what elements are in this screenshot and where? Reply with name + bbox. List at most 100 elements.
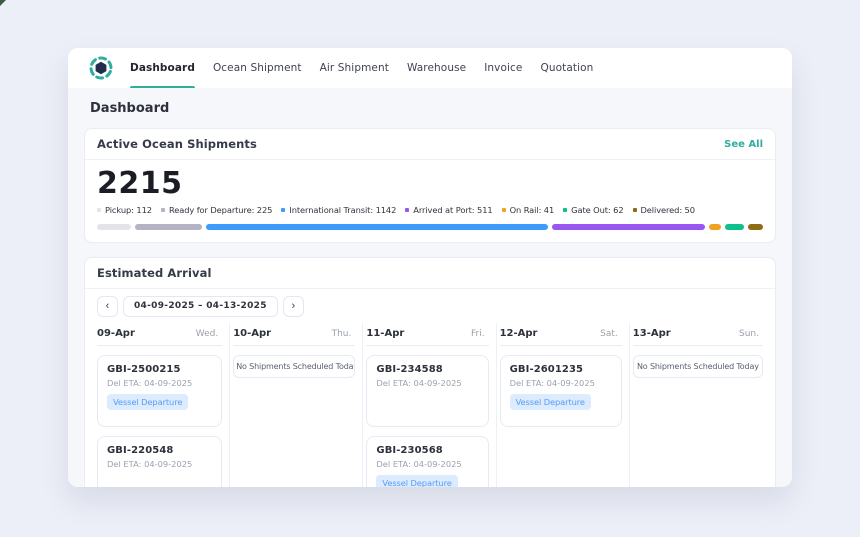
shipment-card[interactable]: GBI-234588 Del ETA: 04-09-2025: [366, 354, 489, 427]
empty-day-card: No Shipments Scheduled Today: [233, 354, 356, 378]
day-weekday-label: Sat.: [600, 328, 618, 339]
status-bar-segment: [134, 223, 202, 230]
day-column: 10-Apr Thu. No Shipments Scheduled Today: [230, 322, 364, 487]
nav-item-invoice[interactable]: Invoice: [484, 48, 522, 88]
day-column: 11-Apr Fri. GBI-234588 Del ETA: 04-09-20…: [363, 322, 497, 487]
top-navbar: Dashboard Ocean Shipment Air Shipment Wareh…: [68, 48, 792, 88]
active-shipments-card: Active Ocean Shipments See All 2215 Pick…: [84, 128, 776, 243]
nav-item-label: Quotation: [540, 62, 594, 74]
shipment-eta: Del ETA: 04-09-2025: [509, 377, 595, 388]
day-column: 09-Apr Wed. GBI-2500215 Del ETA: 04-09-2…: [97, 322, 231, 487]
shipment-id: GBI-2500215: [107, 363, 181, 375]
day-header: 11-Apr Fri.: [366, 323, 489, 346]
status-dot-icon: [160, 207, 165, 212]
nav-item-label: Ocean Shipment: [212, 62, 302, 74]
status-dot-icon: [501, 207, 506, 212]
status-dot-icon: [97, 207, 101, 212]
estimated-arrival-header: Estimated Arrival: [85, 258, 775, 289]
shipment-id: GBI-2601235: [509, 363, 584, 375]
date-navigation: ‹ 04-09-2025 – 04-13-2025 ›: [85, 289, 775, 323]
shipment-id: GBI-234588: [376, 363, 443, 375]
day-weekday-label: Wed.: [195, 328, 219, 339]
legend-label: International Transit: 1142: [289, 204, 397, 215]
day-weekday-label: Fri.: [471, 328, 485, 339]
page-title: Dashboard: [90, 101, 170, 116]
active-shipments-header: Active Ocean Shipments See All: [85, 129, 775, 160]
legend-label: Arrived at Port: 511: [413, 204, 493, 215]
legend-item: On Rail: 41: [501, 204, 555, 215]
chevron-left-icon: ‹: [105, 299, 110, 312]
day-weekday-label: Thu.: [331, 328, 352, 339]
legend-item: International Transit: 1142: [281, 205, 396, 215]
day-date-label: 11-Apr: [366, 327, 405, 339]
day-header: 13-Apr Sun.: [632, 323, 763, 346]
shipment-status-badge: Vessel Departure: [376, 474, 458, 487]
prev-date-button[interactable]: ‹: [97, 295, 118, 317]
arrival-calendar: 09-Apr Wed. GBI-2500215 Del ETA: 04-09-2…: [85, 322, 775, 488]
legend-item: Pickup: 112: [97, 205, 152, 215]
nav-item-dashboard[interactable]: Dashboard: [130, 48, 195, 88]
legend-item: Arrived at Port: 511: [405, 204, 493, 215]
nav-item-air-shipment[interactable]: Air Shipment: [320, 48, 389, 88]
shipment-eta: Del ETA: 04-09-2025: [376, 458, 462, 469]
day-header: 10-Apr Thu.: [233, 323, 356, 346]
shipment-eta: Del ETA: 04-09-2025: [107, 458, 193, 469]
legend-label: Delivered: 50: [640, 204, 696, 215]
see-all-link[interactable]: See All: [724, 139, 763, 150]
day-date-label: 10-Apr: [233, 327, 272, 339]
shipment-id: GBI-220548: [107, 444, 174, 456]
status-dot-icon: [405, 207, 410, 212]
day-header: 09-Apr Wed.: [97, 323, 223, 346]
active-shipments-body: 2215 Pickup: 112 Ready for Departure: 22…: [85, 160, 775, 242]
shipment-status-badge: Vessel Departure: [509, 393, 591, 410]
page-content: Dashboard Active Ocean Shipments See All…: [68, 88, 792, 487]
nav-item-label: Dashboard: [130, 62, 195, 74]
date-range-display: 04-09-2025 – 04-13-2025: [123, 295, 278, 317]
shipment-id: GBI-230568: [376, 444, 443, 456]
nav-item-warehouse[interactable]: Warehouse: [407, 48, 466, 88]
nav-item-ocean-shipment[interactable]: Ocean Shipment: [213, 48, 302, 88]
status-bar-segment: [748, 223, 763, 230]
shipment-card[interactable]: GBI-220548 Del ETA: 04-09-2025: [97, 435, 223, 487]
shipment-card[interactable]: GBI-2601235 Del ETA: 04-09-2025 Vessel D…: [499, 354, 622, 427]
total-count: 2215: [97, 166, 183, 201]
status-bar-segment: [552, 223, 706, 230]
day-date-label: 09-Apr: [97, 327, 135, 339]
nav-item-label: Air Shipment: [319, 62, 389, 74]
status-bar-segment: [725, 223, 745, 230]
shipment-eta: Del ETA: 04-09-2025: [376, 377, 462, 388]
status-bar-segment: [97, 223, 131, 230]
estimated-arrival-title: Estimated Arrival: [97, 265, 212, 280]
app-window: Dashboard Ocean Shipment Air Shipment Wareh…: [68, 48, 792, 487]
day-column: 13-Apr Sun. No Shipments Scheduled Today: [630, 323, 763, 488]
nav-item-quotation[interactable]: Quotation: [540, 48, 593, 88]
status-legend: Pickup: 112 Ready for Departure: 225 Int…: [97, 205, 763, 215]
legend-item: Gate Out: 62: [563, 205, 624, 215]
status-bar-segment: [205, 223, 549, 230]
day-date-label: 13-Apr: [632, 327, 671, 339]
status-bar-segment: [709, 223, 722, 230]
nav-items: Dashboard Ocean Shipment Air Shipment Wareh…: [130, 48, 593, 88]
nav-item-label: Invoice: [484, 62, 523, 74]
day-date-label: 12-Apr: [499, 327, 538, 339]
empty-day-card: No Shipments Scheduled Today: [632, 354, 763, 378]
status-dot-icon: [281, 207, 286, 212]
day-header: 12-Apr Sat.: [499, 323, 622, 346]
status-dot-icon: [563, 207, 568, 212]
corner-artifact: [0, 0, 6, 6]
shipment-status-badge: Vessel Departure: [107, 393, 189, 410]
brand-logo-icon: [88, 55, 114, 81]
legend-label: Pickup: 112: [105, 204, 152, 215]
next-date-button[interactable]: ›: [282, 295, 304, 317]
nav-item-label: Warehouse: [406, 62, 467, 74]
shipment-card[interactable]: GBI-230568 Del ETA: 04-09-2025 Vessel De…: [366, 435, 489, 487]
day-column: 12-Apr Sat. GBI-2601235 Del ETA: 04-09-2…: [497, 322, 630, 487]
status-dot-icon: [632, 207, 637, 212]
day-weekday-label: Sun.: [739, 328, 759, 339]
shipment-eta: Del ETA: 04-09-2025: [107, 377, 193, 388]
legend-item: Ready for Departure: 225: [160, 205, 272, 215]
legend-item: Delivered: 50: [632, 204, 696, 215]
active-shipments-title: Active Ocean Shipments: [97, 137, 257, 151]
legend-label: On Rail: 41: [509, 204, 555, 215]
shipment-card[interactable]: GBI-2500215 Del ETA: 04-09-2025 Vessel D…: [97, 354, 223, 427]
